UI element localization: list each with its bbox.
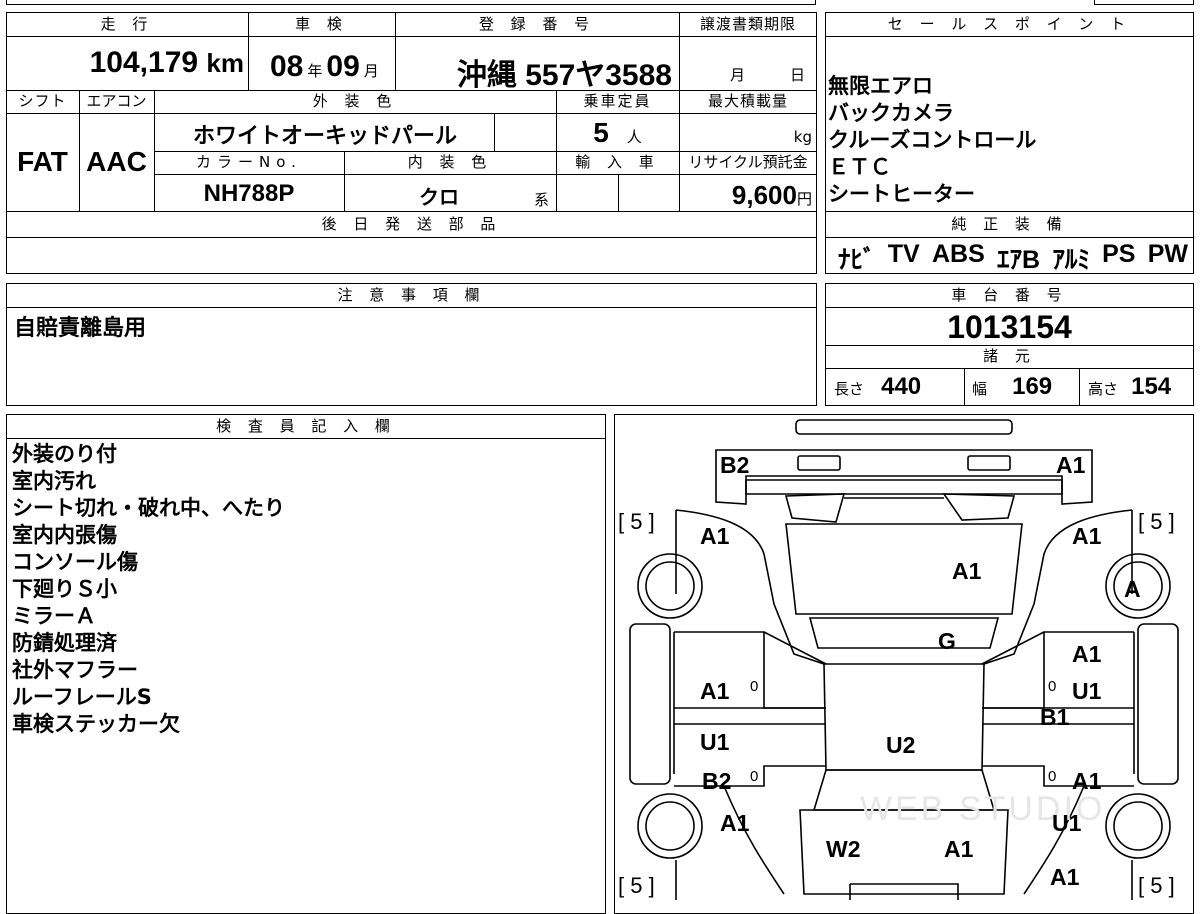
shift-value: FAT — [17, 146, 68, 177]
inspector-note: 外装のり付 — [12, 442, 117, 466]
spec-length: 長さ 440 — [834, 373, 922, 400]
spec-height: 高さ 154 — [1088, 373, 1172, 400]
equipment-item: ｱﾙﾐ — [1052, 246, 1090, 274]
exterior-color-header: 外 装 色 — [312, 92, 398, 110]
mark-rear-right: A1 — [1056, 452, 1086, 478]
inspector-notes-list: 外装のり付 室内汚れ シート切れ・破れ中、へたり 室内内張傷 コンソール傷 下廻… — [12, 441, 285, 738]
inspector-note: 防錆処理済 — [12, 631, 117, 655]
exterior-color-value: ホワイトオーキッドパール — [192, 124, 457, 149]
mark-tailgate: A1 — [952, 558, 982, 584]
later-parts-header: 後 日 発 送 部 品 — [321, 215, 502, 233]
mark-quarter-right: A1 — [1072, 523, 1102, 549]
zero-mark: 0 — [1048, 678, 1057, 695]
ac-header: エアコン — [86, 92, 147, 110]
recycle-value: 9,600円 — [731, 180, 812, 210]
inspector-note: 室内汚れ — [12, 469, 96, 493]
equipment-list: ﾅﾋﾞ TV ABS ｴｱB ｱﾙﾐ PS PW — [838, 240, 1188, 276]
interior-color-value: クロ — [419, 185, 459, 209]
mark-right-fender: U1 — [1052, 810, 1082, 836]
mark-right-rear-upper: A1 — [1072, 641, 1102, 667]
top-clipped-strip-right — [1094, 0, 1194, 5]
mark-left-front-door: B2 — [702, 768, 732, 794]
inspector-note: シート切れ・破れ中、へたり — [12, 496, 285, 520]
mark-right-rear-door: U1 — [1072, 678, 1102, 704]
ac-value: AAC — [86, 146, 147, 177]
equipment-item: ABS — [931, 240, 985, 268]
specs-header: 諸 元 — [983, 347, 1036, 365]
sales-point-item: バックカメラ — [828, 101, 954, 125]
notes-header: 注 意 事 項 欄 — [337, 286, 486, 304]
inspector-note: 社外マフラー — [12, 658, 138, 682]
equipment-header: 純 正 装 備 — [951, 215, 1068, 233]
equipment-item: PS — [1102, 240, 1136, 268]
mark-right-pillar: B1 — [1040, 704, 1070, 730]
mark-hood: W2 — [826, 836, 861, 862]
maxload-header: 最大積載量 — [707, 92, 788, 110]
interior-color-header: 内 装 色 — [407, 153, 493, 171]
mark-back-glass: G — [938, 628, 956, 654]
inspector-note: 車検ステッカー欠 — [12, 712, 180, 736]
mark-tire-right-rear: A — [1124, 576, 1141, 602]
interior-color-unit: 系 — [534, 191, 550, 209]
inspector-note: 下廻りＳ小 — [12, 577, 117, 601]
mark-roof: U2 — [886, 732, 916, 758]
inspector-note: コンソール傷 — [12, 550, 138, 574]
spec-width: 幅 169 — [972, 373, 1053, 400]
inspector-note: ミラーＡ — [12, 604, 96, 628]
maxload-unit: kg — [793, 128, 812, 146]
zero-mark: 0 — [1048, 768, 1057, 785]
inspector-note: ルーフレールS — [12, 685, 152, 709]
inspection-value: 08 年 09 月 — [270, 50, 379, 83]
inspector-header: 検 査 員 記 入 欄 — [216, 417, 396, 435]
sales-points-header: セ ー ル ス ポ イ ン ト — [887, 15, 1132, 33]
transfer-month-unit: 月 — [730, 66, 746, 84]
sales-points-list: 無限エアロ バックカメラ クルーズコントロール ＥＴＣ シートヒーター — [828, 73, 1036, 208]
capacity-value: 5人 — [593, 117, 642, 148]
tire-tread-rear-left: [ 5 ] — [618, 509, 655, 534]
sales-point-item: 無限エアロ — [828, 74, 933, 98]
mark-left-front-door-top: U1 — [700, 729, 730, 755]
chassis-number: 1013154 — [947, 309, 1072, 345]
registration-header: 登 録 番 号 — [478, 15, 596, 33]
transfer-deadline-header: 譲渡書類期限 — [699, 15, 796, 33]
equipment-item: PW — [1147, 240, 1188, 268]
tire-tread-rear-right: [ 5 ] — [1138, 509, 1175, 534]
color-no-value: NH788P — [203, 180, 295, 207]
mark-front-right: A1 — [1050, 864, 1080, 890]
equipment-item: ｴｱB — [997, 246, 1041, 274]
inspection-header: 車 検 — [295, 15, 348, 33]
tire-tread-front-right: [ 5 ] — [1138, 873, 1175, 898]
zero-mark: 0 — [750, 768, 759, 785]
mark-hood-right: A1 — [944, 836, 974, 862]
equipment-item: ﾅﾋﾞ — [838, 246, 876, 274]
color-no-header: カラーNo. — [196, 153, 302, 171]
mileage-header: 走 行 — [100, 15, 154, 33]
import-header: 輸 入 車 — [575, 153, 660, 171]
recycle-header: リサイクル預託金 — [688, 153, 808, 171]
sales-point-item: ＥＴＣ — [828, 155, 891, 179]
registration-value: 沖縄 557ヤ3588 — [456, 59, 672, 92]
mark-left-rear-door: A1 — [700, 678, 730, 704]
mark-quarter-left: A1 — [700, 523, 730, 549]
mark-right-front-door: A1 — [1072, 768, 1102, 794]
sales-point-item: シートヒーター — [828, 182, 975, 206]
mark-left-fender: A1 — [720, 810, 750, 836]
zero-mark: 0 — [750, 678, 759, 695]
sales-point-item: クルーズコントロール — [828, 128, 1037, 152]
capacity-header: 乗車定員 — [583, 92, 652, 110]
mileage-value: 104,179 km — [89, 46, 244, 79]
equipment-item: TV — [887, 240, 920, 268]
transfer-day-unit: 日 — [790, 66, 806, 84]
shift-header: シフト — [18, 92, 67, 110]
inspector-note: 室内内張傷 — [12, 523, 117, 547]
top-clipped-strip — [6, 0, 816, 5]
chassis-header: 車 台 番 号 — [951, 286, 1068, 304]
mark-rear-left: B2 — [720, 452, 750, 478]
tire-tread-front-left: [ 5 ] — [618, 873, 655, 898]
notes-text: 自賠責離島用 — [14, 316, 147, 341]
